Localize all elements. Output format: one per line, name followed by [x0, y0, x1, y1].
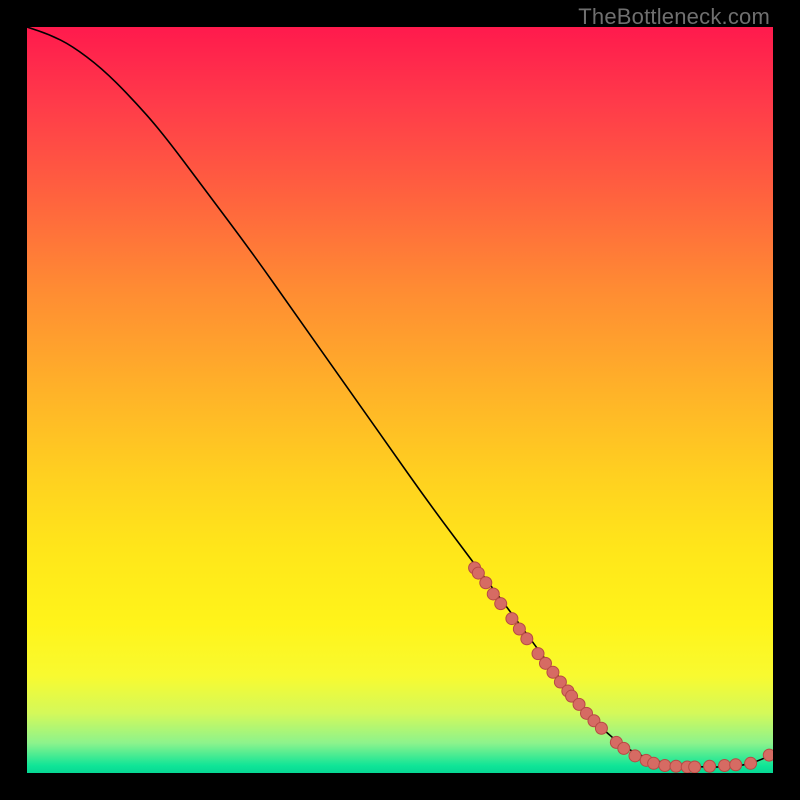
- data-marker: [763, 749, 773, 761]
- data-marker: [480, 577, 492, 589]
- data-marker: [745, 757, 757, 769]
- data-marker: [730, 759, 742, 771]
- data-markers: [469, 562, 773, 773]
- bottleneck-curve: [27, 27, 773, 767]
- data-marker: [506, 613, 518, 625]
- data-marker: [618, 742, 630, 754]
- data-marker: [629, 750, 641, 762]
- data-marker: [648, 757, 660, 769]
- data-marker: [719, 760, 731, 772]
- watermark-text: TheBottleneck.com: [578, 4, 770, 30]
- data-marker: [704, 760, 716, 772]
- data-marker: [521, 633, 533, 645]
- data-marker: [659, 760, 671, 772]
- chart-svg: [27, 27, 773, 773]
- data-marker: [595, 722, 607, 734]
- chart-stage: TheBottleneck.com: [0, 0, 800, 800]
- data-marker: [670, 760, 682, 772]
- data-marker: [689, 761, 701, 773]
- plot-area: [27, 27, 773, 773]
- data-marker: [495, 598, 507, 610]
